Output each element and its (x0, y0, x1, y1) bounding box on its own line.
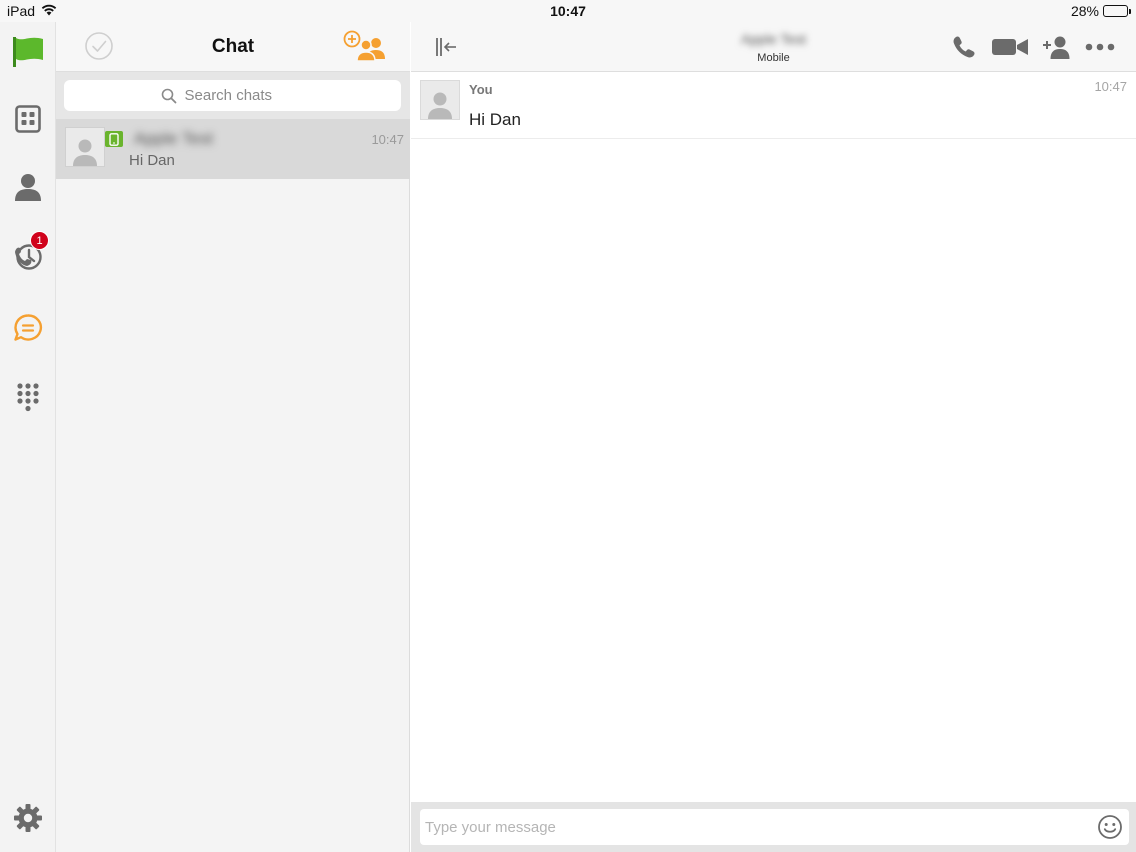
emoji-button[interactable] (1097, 814, 1123, 840)
more-options-button[interactable] (1085, 34, 1115, 60)
chat-list-item[interactable]: Apple Test 10:47 Hi Dan (56, 119, 410, 179)
add-participant-button[interactable] (1042, 34, 1070, 60)
dialpad-icon (17, 383, 39, 412)
chat-contact-name: Apple Test (134, 129, 214, 148)
avatar (420, 80, 460, 120)
search-area (56, 72, 410, 119)
recents-badge: 1 (30, 231, 49, 250)
recents-button[interactable]: 1 (0, 231, 56, 279)
person-placeholder-icon (428, 92, 452, 119)
nav-rail: 1 (0, 22, 56, 852)
settings-button[interactable] (0, 796, 56, 840)
contacts-button[interactable] (0, 165, 56, 209)
message-text: Hi Dan (469, 110, 521, 129)
message-time: 10:47 (1094, 79, 1127, 94)
person-icon (15, 174, 41, 201)
add-group-icon (343, 30, 385, 62)
battery-icon (1103, 5, 1131, 17)
phone-icon (953, 36, 975, 58)
add-person-icon (1043, 36, 1070, 59)
new-group-chat-button[interactable] (342, 29, 388, 63)
message-composer (411, 802, 1136, 852)
chat-nav-button[interactable] (0, 306, 56, 350)
person-placeholder-icon (73, 139, 97, 166)
chat-preview: Hi Dan (129, 152, 175, 169)
avatar (65, 127, 105, 167)
status-right: 28% (1070, 3, 1131, 19)
battery-percent: 28% (1070, 3, 1099, 19)
gear-icon (14, 804, 42, 832)
more-dots-icon (1085, 43, 1115, 51)
mobile-presence-icon (105, 131, 123, 147)
flag-icon (13, 37, 43, 67)
composer-field (420, 809, 1129, 845)
chat-time: 10:47 (371, 132, 404, 147)
chat-bubble-icon (14, 314, 43, 341)
chat-list-header: Chat (56, 22, 410, 72)
status-bar: iPad 10:47 28% (0, 0, 1136, 22)
search-input[interactable] (184, 87, 305, 104)
dialpad-button[interactable] (0, 375, 56, 419)
message-input[interactable] (425, 809, 1085, 845)
directory-button[interactable] (0, 97, 56, 141)
status-time: 10:47 (550, 3, 586, 19)
home-flag-button[interactable] (0, 30, 56, 74)
conversation-header: Apple Test Mobile (411, 22, 1136, 72)
video-call-button[interactable] (991, 34, 1029, 60)
video-camera-icon (992, 39, 1028, 55)
search-box[interactable] (64, 80, 401, 111)
call-button[interactable] (951, 34, 977, 60)
conversation-pane: Apple Test Mobile You 10:47 Hi Dan (411, 22, 1136, 852)
message-item: You 10:47 Hi Dan (411, 72, 1136, 139)
building-icon (15, 105, 41, 133)
search-icon (161, 88, 176, 103)
smiley-icon (1098, 815, 1122, 839)
message-sender: You (469, 82, 493, 97)
chat-list-pane: Chat Apple Test 10:47 Hi Dan (56, 22, 410, 852)
